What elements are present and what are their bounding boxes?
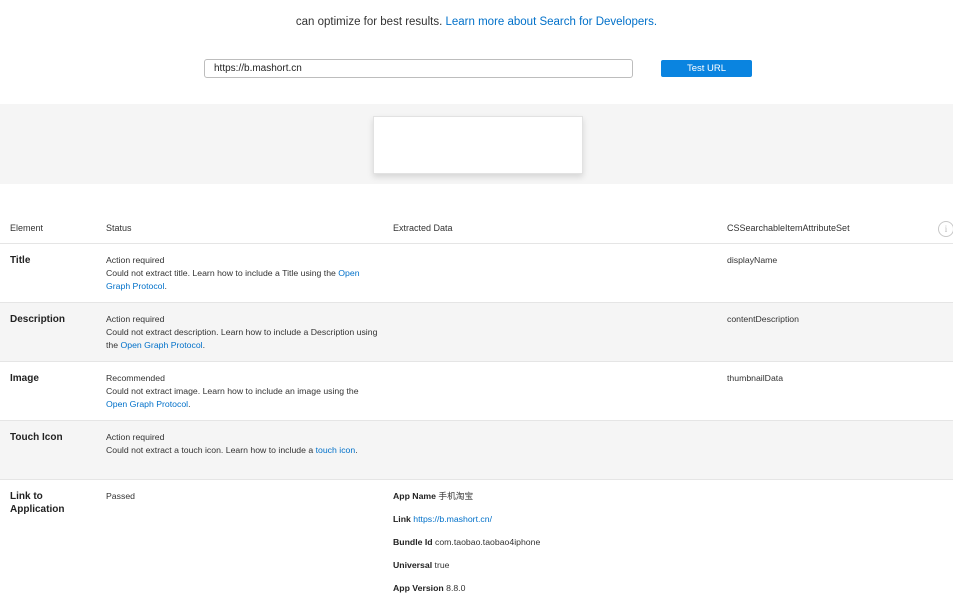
element-name: Title xyxy=(10,255,31,266)
url-input[interactable] xyxy=(204,59,633,78)
learn-more-link[interactable]: Learn more about Search for Developers. xyxy=(445,16,657,28)
message-text: Could not extract a touch icon. Learn ho… xyxy=(106,445,314,456)
app-link-label: Link xyxy=(393,514,411,524)
message-end: . xyxy=(188,399,191,410)
header-attribute-set: CSSearchableItemAttributeSet xyxy=(727,223,850,233)
app-name-label: App Name xyxy=(393,491,436,501)
element-name: Touch Icon xyxy=(10,432,63,443)
attribute-name: displayName xyxy=(727,255,778,265)
message-end: . xyxy=(202,340,206,351)
message-end: . xyxy=(355,445,358,456)
element-name: Description xyxy=(10,314,66,325)
table-header-row: Element Status Extracted Data CSSearchab… xyxy=(0,212,953,244)
results-table: Element Status Extracted Data CSSearchab… xyxy=(0,212,953,610)
intro-text: can optimize for best results. Learn mor… xyxy=(0,14,953,30)
app-link-line: Link https://b.mashort.cn/ xyxy=(393,513,492,526)
header-extracted-data: Extracted Data xyxy=(393,223,453,233)
touch-icon-link[interactable]: touch icon xyxy=(316,445,356,455)
universal-value: true xyxy=(434,560,450,570)
info-icon[interactable]: i xyxy=(938,221,953,237)
status-cell: Action required Could not extract title.… xyxy=(106,254,381,294)
table-row: Description Action required Could not ex… xyxy=(0,303,953,362)
app-name-line: App Name 手机淘宝 xyxy=(393,490,473,503)
status-label: Action required xyxy=(106,432,165,442)
status-cell: Action required Could not extract a touc… xyxy=(106,431,381,457)
status-label: Passed xyxy=(106,491,135,501)
status-message: Could not extract title. Learn how to in… xyxy=(106,267,381,293)
status-label: Recommended xyxy=(106,373,165,383)
status-cell: Recommended Could not extract image. Lea… xyxy=(106,372,381,412)
message-end: . xyxy=(164,281,167,292)
bundle-id-label: Bundle Id xyxy=(393,537,433,547)
universal-label: Universal xyxy=(393,560,433,570)
test-url-button[interactable]: Test URL xyxy=(661,60,752,77)
table-row: Image Recommended Could not extract imag… xyxy=(0,362,953,421)
app-link-value[interactable]: https://b.mashort.cn/ xyxy=(413,514,492,524)
open-graph-link[interactable]: Open Graph Protocol xyxy=(106,399,188,409)
bundle-id-value: com.taobao.taobao4iphone xyxy=(435,537,541,547)
status-message: Could not extract a touch icon. Learn ho… xyxy=(106,444,381,457)
intro-sentence: can optimize for best results. xyxy=(295,16,443,28)
preview-area xyxy=(0,104,953,184)
app-name-value: 手机淘宝 xyxy=(438,491,474,501)
status-message: Could not extract description. Learn how… xyxy=(106,326,381,352)
preview-card xyxy=(373,116,583,174)
header-status: Status xyxy=(106,223,132,233)
message-text: Could not extract image. Learn how to in… xyxy=(106,386,359,397)
universal-line: Universal true xyxy=(393,559,450,572)
element-name: Image xyxy=(10,373,39,384)
attribute-name: thumbnailData xyxy=(727,373,784,383)
header-element: Element xyxy=(10,223,44,233)
app-version-line: App Version 8.8.0 xyxy=(393,582,465,595)
status-cell: Action required Could not extract descri… xyxy=(106,313,381,353)
app-version-label: App Version xyxy=(393,583,444,593)
bundle-id-line: Bundle Id com.taobao.taobao4iphone xyxy=(393,536,540,549)
status-label: Action required xyxy=(106,255,165,265)
element-name: Link to Application xyxy=(10,491,65,515)
app-version-value: 8.8.0 xyxy=(446,583,466,593)
status-message: Could not extract image. Learn how to in… xyxy=(106,385,381,411)
table-row: Link to Application Passed App Name 手机淘宝… xyxy=(0,480,953,610)
table-row: Title Action required Could not extract … xyxy=(0,244,953,303)
table-row: Touch Icon Action required Could not ext… xyxy=(0,421,953,480)
open-graph-link[interactable]: Open Graph Protocol xyxy=(121,340,203,350)
status-label: Action required xyxy=(106,314,165,324)
message-text: Could not extract title. Learn how to in… xyxy=(106,268,336,279)
attribute-name: contentDescription xyxy=(727,314,799,324)
